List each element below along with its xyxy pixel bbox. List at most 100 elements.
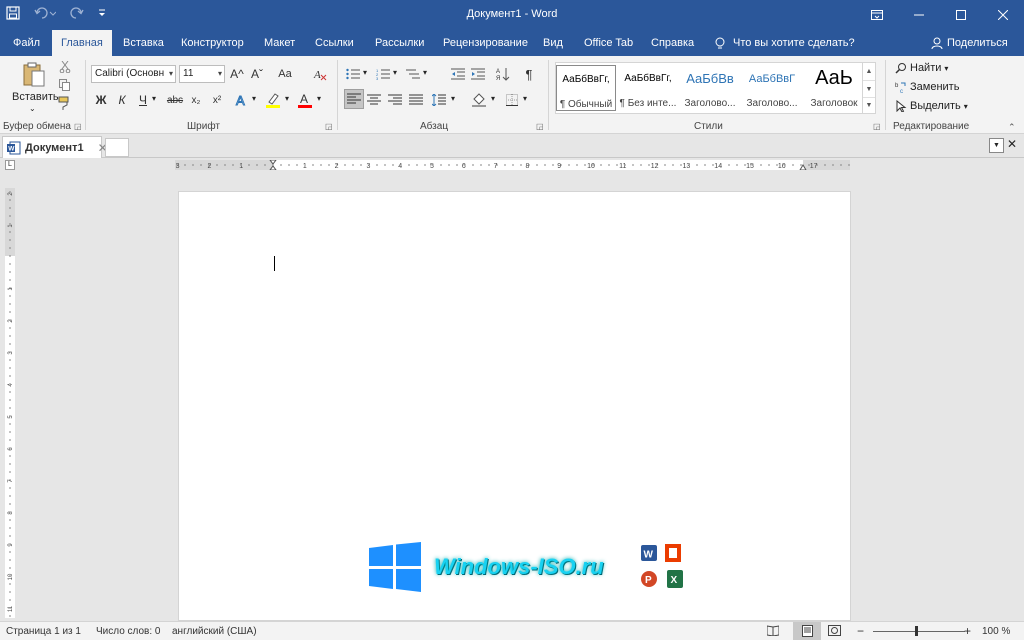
strikethrough-button[interactable]: abc [166,91,184,109]
zoom-level[interactable]: 100 % [982,626,1010,637]
find-button[interactable]: Найти ▾ [895,59,948,77]
style-name: ¶ Обычный [559,99,613,110]
zoom-slider-track[interactable] [873,631,965,632]
highlight-icon[interactable] [265,91,281,109]
clipboard-launcher-icon[interactable]: ◲ [74,122,82,131]
chevron-down-icon[interactable]: ▾ [252,94,256,103]
vertical-ruler[interactable]: 21123456789101112 [5,188,15,618]
tab-layout[interactable]: Макет [264,30,295,56]
show-formatting-marks-icon[interactable]: ¶ [522,65,536,83]
chevron-down-icon[interactable]: ▾ [523,94,527,103]
tab-selector-icon[interactable]: L [5,160,15,170]
tab-home[interactable]: Главная [52,30,112,56]
borders-icon[interactable] [504,91,520,109]
clear-formatting-icon[interactable]: A [312,65,328,83]
scroll-up-icon[interactable]: ▲ [863,63,875,80]
style-heading-2[interactable]: АаБбВвГ Заголово... [742,65,802,111]
zoom-out-icon[interactable]: − [857,624,864,638]
font-name-combo[interactable]: Calibri (Основн ▾ [91,65,176,83]
style-title[interactable]: АаЬ Заголовок [804,65,864,111]
grow-font-button[interactable]: A^ [229,65,245,83]
close-document-icon[interactable]: ✕ [1007,137,1017,151]
numbering-icon[interactable]: 123 [375,65,391,83]
scroll-down-icon[interactable]: ▼ [863,80,875,97]
language[interactable]: английский (США) [172,626,257,637]
italic-button[interactable]: К [115,91,129,109]
cut-icon[interactable] [58,60,72,74]
tab-design[interactable]: Конструктор [181,30,244,56]
zoom-slider-thumb[interactable] [915,626,918,636]
paste-label[interactable]: Вставить [12,91,59,103]
text-effects-icon[interactable]: A [234,91,250,109]
font-color-icon[interactable]: A [297,91,313,109]
shading-icon[interactable] [471,91,487,109]
superscript-button[interactable]: x² [209,91,225,109]
chevron-down-icon[interactable]: ▾ [152,94,156,103]
select-button[interactable]: Выделить ▾ [895,97,968,115]
ribbon-display-options-icon[interactable] [856,0,898,30]
subscript-button[interactable]: x₂ [188,91,204,109]
align-left-icon[interactable] [344,89,364,109]
increase-indent-icon[interactable] [470,65,486,83]
document-page[interactable]: Windows-ISO.ru W P X [178,191,851,621]
tab-mailings[interactable]: Рассылки [375,30,424,56]
page-count[interactable]: Страница 1 из 1 [6,626,81,637]
print-layout-icon[interactable] [793,622,821,640]
style-normal[interactable]: АаБбВвГг, ¶ Обычный [556,65,616,111]
multilevel-list-icon[interactable] [405,65,421,83]
tab-insert[interactable]: Вставка [123,30,164,56]
tab-list-dropdown-icon[interactable]: ▼ [989,138,1004,153]
underline-button[interactable]: Ч [136,91,150,109]
replace-button[interactable]: bc Заменить [895,78,959,96]
styles-launcher-icon[interactable]: ◲ [873,122,881,131]
paste-icon[interactable] [20,60,48,90]
chevron-down-icon[interactable]: ▾ [285,94,289,103]
zoom-in-icon[interactable]: + [964,624,971,638]
style-heading-1[interactable]: АаБбВв Заголово... [680,65,740,111]
tab-references[interactable]: Ссылки [315,30,354,56]
share-button[interactable]: Поделиться [931,30,1008,56]
font-launcher-icon[interactable]: ◲ [325,122,333,131]
justify-icon[interactable] [408,91,424,109]
line-spacing-icon[interactable] [431,91,447,109]
tab-view[interactable]: Вид [543,30,563,56]
paste-dropdown-icon[interactable]: ⌄ [29,104,36,113]
font-size-combo[interactable]: 11 ▾ [179,65,225,83]
collapse-ribbon-icon[interactable]: ⌃ [1008,122,1016,133]
styles-gallery-scroll[interactable]: ▲ ▼ ▼ [862,62,876,114]
align-right-icon[interactable] [387,91,403,109]
minimize-icon[interactable] [898,0,940,30]
paragraph-launcher-icon[interactable]: ◲ [536,122,544,131]
shrink-font-button[interactable]: Aˇ [249,65,265,83]
chevron-down-icon[interactable]: ▾ [451,94,455,103]
tab-review[interactable]: Рецензирование [443,30,528,56]
chevron-down-icon[interactable]: ▾ [423,68,427,77]
bold-button[interactable]: Ж [94,91,108,109]
word-count[interactable]: Число слов: 0 [96,626,160,637]
horizontal-ruler[interactable]: 3 2 1 1 2 3 4 5 6 7 8 9 10 11 12 13 14 15 16 17 [175,160,850,170]
decrease-indent-icon[interactable] [450,65,466,83]
maximize-icon[interactable] [940,0,982,30]
bullets-icon[interactable] [345,65,361,83]
change-case-button[interactable]: Aa [274,65,296,83]
tell-me-search[interactable]: Что вы хотите сделать? [715,30,855,56]
document-tab[interactable]: W Документ1 ✕ [2,136,108,158]
format-painter-icon[interactable] [58,96,72,110]
chevron-down-icon[interactable]: ▾ [491,94,495,103]
web-layout-icon[interactable] [828,625,841,636]
chevron-down-icon[interactable]: ▾ [393,68,397,77]
style-no-spacing[interactable]: АаБбВвГг, ¶ Без инте... [618,65,678,111]
tab-help[interactable]: Справка [651,30,694,56]
close-icon[interactable] [982,0,1024,30]
sort-icon[interactable]: AЯ [495,65,511,83]
tab-office-tab[interactable]: Office Tab [584,30,633,56]
copy-icon[interactable] [58,78,72,92]
align-center-icon[interactable] [366,91,382,109]
svg-text:W: W [644,550,654,561]
chevron-down-icon[interactable]: ▾ [317,94,321,103]
read-mode-icon[interactable] [767,625,779,636]
chevron-down-icon[interactable]: ▾ [363,68,367,77]
new-tab-button[interactable] [105,138,129,157]
tab-file[interactable]: Файл [13,30,40,56]
more-styles-icon[interactable]: ▼ [863,97,875,113]
